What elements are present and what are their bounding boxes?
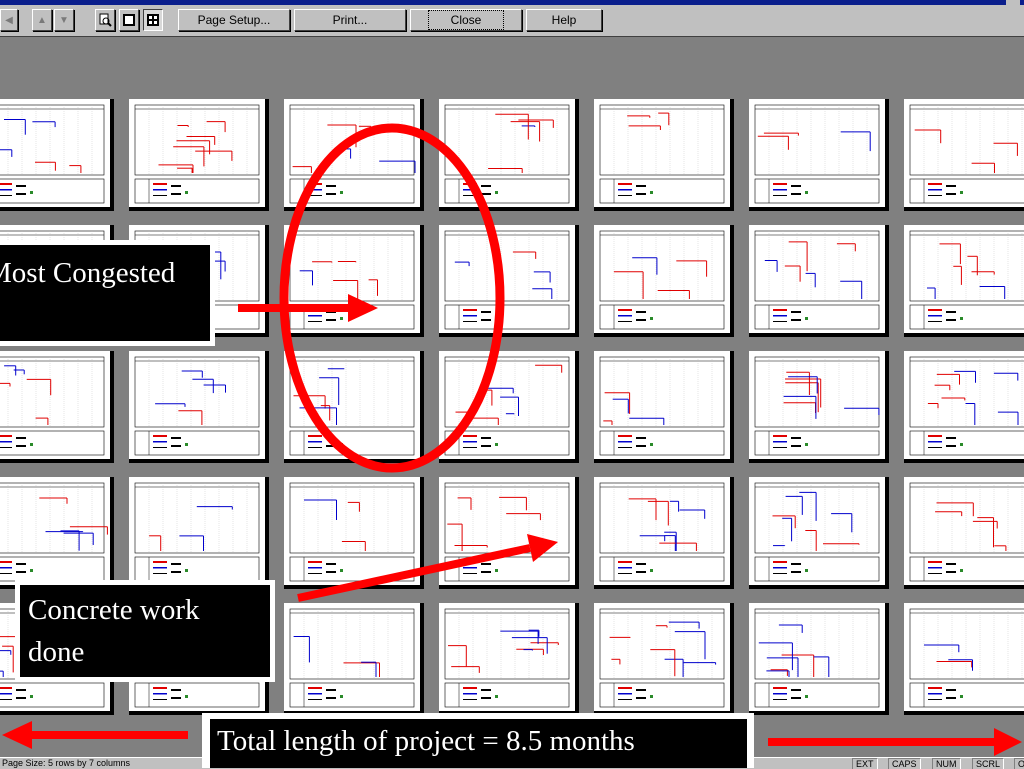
preview-page[interactable] xyxy=(594,603,734,715)
preview-page[interactable] xyxy=(439,99,579,211)
preview-page[interactable] xyxy=(439,351,579,463)
preview-page[interactable] xyxy=(904,477,1024,589)
preview-page[interactable] xyxy=(284,477,424,589)
page-setup-button[interactable]: Page Setup... xyxy=(178,9,290,31)
multiple-pages-button[interactable] xyxy=(143,9,163,31)
multi-page-icon xyxy=(147,14,159,26)
preview-page[interactable] xyxy=(439,603,579,715)
previous-page-button[interactable]: ◀ xyxy=(0,9,18,31)
zoom-button[interactable] xyxy=(95,9,115,31)
scrl-indicator: SCRL xyxy=(972,758,1005,769)
preview-page[interactable] xyxy=(904,225,1024,337)
left-arrow-icon: ◀ xyxy=(5,14,13,26)
preview-page[interactable] xyxy=(0,99,114,211)
total-length-callout: Total length of project = 8.5 months xyxy=(210,719,747,768)
preview-page[interactable] xyxy=(594,351,734,463)
preview-page[interactable] xyxy=(749,477,889,589)
num-indicator: NUM xyxy=(932,758,961,769)
preview-page[interactable] xyxy=(594,477,734,589)
preview-page[interactable] xyxy=(284,99,424,211)
print-preview-toolbar: ◀ ▲ ▼ Page Setup... Print... Close Help xyxy=(0,5,1024,37)
close-label: Close xyxy=(427,10,505,30)
ovr-indicator: OVR xyxy=(1014,758,1024,769)
one-page-button[interactable] xyxy=(119,9,139,31)
preview-page[interactable] xyxy=(439,477,579,589)
preview-page[interactable] xyxy=(284,603,424,715)
preview-page[interactable] xyxy=(129,99,269,211)
print-label: Print... xyxy=(332,13,368,27)
preview-page[interactable] xyxy=(284,225,424,337)
preview-page[interactable] xyxy=(0,477,114,589)
print-button[interactable]: Print... xyxy=(294,9,406,31)
total-length-frame: Total length of project = 8.5 months xyxy=(202,713,754,768)
preview-page[interactable] xyxy=(0,351,114,463)
preview-page[interactable] xyxy=(129,477,269,589)
down-arrow-icon: ▼ xyxy=(59,14,69,26)
preview-page[interactable] xyxy=(129,351,269,463)
help-label: Help xyxy=(551,13,577,27)
most-congested-callout: Most Congested xyxy=(0,245,210,341)
preview-page[interactable] xyxy=(904,351,1024,463)
concrete-work-callout: Concrete work done xyxy=(20,585,270,677)
preview-page[interactable] xyxy=(439,225,579,337)
close-button[interactable]: Close xyxy=(410,9,522,31)
caps-indicator: CAPS xyxy=(888,758,921,769)
scroll-up-button[interactable]: ▲ xyxy=(32,9,52,31)
preview-page[interactable] xyxy=(749,99,889,211)
preview-page[interactable] xyxy=(594,99,734,211)
status-text: Page Size: 5 rows by 7 columns xyxy=(2,758,131,768)
help-button[interactable]: Help xyxy=(526,9,602,31)
preview-page[interactable] xyxy=(284,351,424,463)
preview-page[interactable] xyxy=(749,603,889,715)
single-page-icon xyxy=(123,14,135,26)
preview-page[interactable] xyxy=(904,603,1024,715)
ext-indicator: EXT xyxy=(852,758,878,769)
most-congested-text: Most Congested xyxy=(0,257,176,289)
up-arrow-icon: ▲ xyxy=(37,14,47,26)
magnifier-icon xyxy=(99,13,112,27)
preview-page[interactable] xyxy=(594,225,734,337)
preview-page[interactable] xyxy=(749,351,889,463)
preview-page[interactable] xyxy=(904,99,1024,211)
preview-page[interactable] xyxy=(749,225,889,337)
page-setup-label: Page Setup... xyxy=(197,13,271,27)
total-length-text: Total length of project = 8.5 months xyxy=(217,725,635,757)
concrete-work-text: Concrete work done xyxy=(28,594,200,668)
scroll-down-button[interactable]: ▼ xyxy=(54,9,74,31)
